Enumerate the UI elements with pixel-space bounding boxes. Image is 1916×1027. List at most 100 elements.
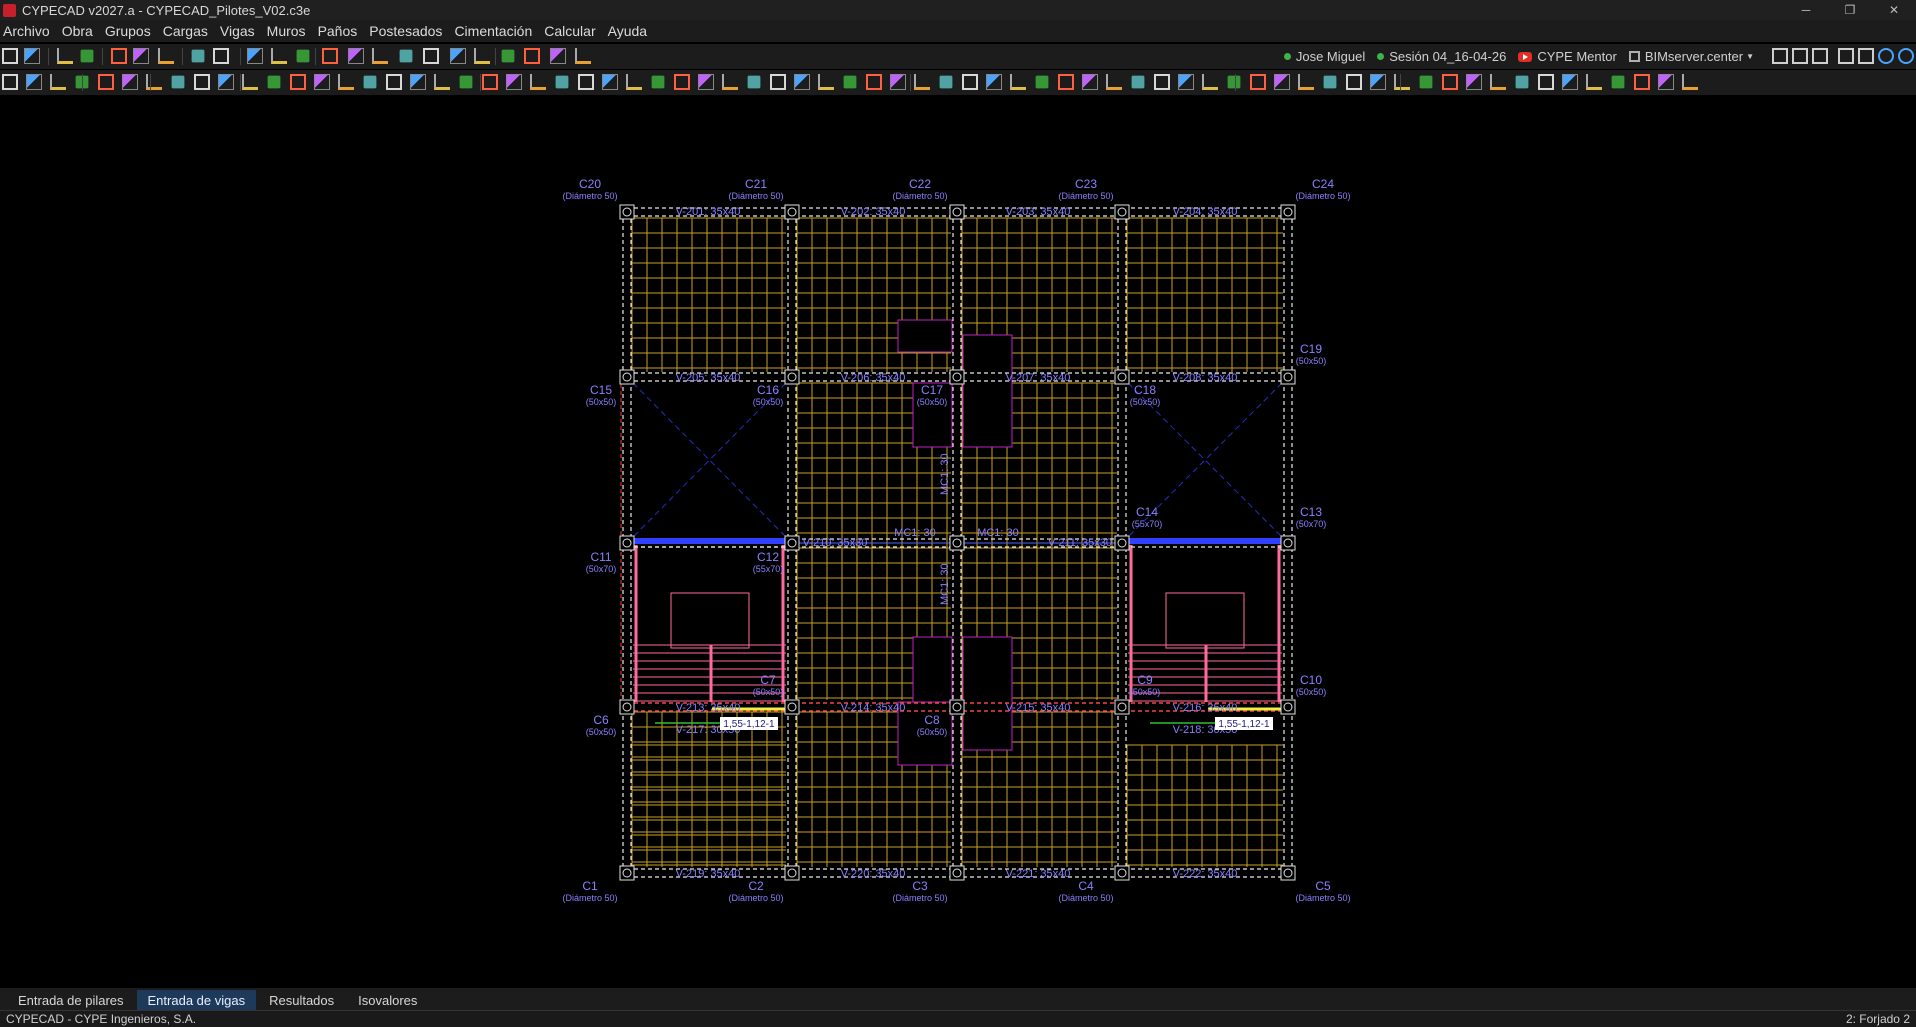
toolbar-tool-icon[interactable] [1858,48,1874,64]
menu-cimentacion[interactable]: Cimentación [451,23,541,39]
toolbar-tool-icon[interactable] [1370,74,1386,90]
toolbar-tool-icon[interactable] [747,75,761,89]
toolbar-tool-icon[interactable] [290,74,306,90]
toolbar-tool-icon[interactable] [555,75,569,89]
toolbar-tool-icon[interactable] [1772,48,1788,64]
toolbar-tool-icon[interactable] [914,74,930,90]
toolbar-tool-icon[interactable] [133,48,149,64]
toolbar-tool-icon[interactable] [1035,75,1049,89]
toolbar-tool-icon[interactable] [1394,74,1410,90]
toolbar-tool-icon[interactable] [674,74,690,90]
tab-entrada-vigas[interactable]: Entrada de vigas [136,990,257,1010]
menu-muros[interactable]: Muros [264,23,315,39]
toolbar-tool-icon[interactable] [450,48,466,64]
toolbar-tool-icon[interactable] [267,75,281,89]
floor-plan[interactable]: C20(Diámetro 50)C21(Diámetro 50)C22(Diám… [0,96,1916,988]
toolbar-tool-icon[interactable] [1131,75,1145,89]
toolbar-tool-icon[interactable] [501,49,515,63]
toolbar-tool-icon[interactable] [866,74,882,90]
user-indicator[interactable]: Jose Miguel [1283,49,1365,64]
toolbar-tool-icon[interactable] [1058,74,1074,90]
toolbar-tool-icon[interactable] [111,48,127,64]
toolbar-tool-icon[interactable] [1586,74,1602,90]
toolbar-tool-icon[interactable] [1898,48,1914,64]
toolbar-tool-icon[interactable] [26,74,42,90]
toolbar-tool-icon[interactable] [386,74,402,90]
toolbar-tool-icon[interactable] [530,74,546,90]
toolbar-tool-icon[interactable] [602,74,618,90]
menu-obra[interactable]: Obra [59,23,102,39]
tab-isovalores[interactable]: Isovalores [347,990,428,1010]
toolbar-tool-icon[interactable] [575,48,591,64]
toolbar-tool-icon[interactable] [939,75,953,89]
toolbar-tool-icon[interactable] [1812,48,1828,64]
toolbar-tool-icon[interactable] [410,74,426,90]
menu-archivo[interactable]: Archivo [0,23,59,39]
bimserver-dropdown[interactable]: BIMserver.center ▼ [1628,49,1754,64]
toolbar-tool-icon[interactable] [24,48,40,64]
menu-grupos[interactable]: Grupos [102,23,160,39]
minimize-button[interactable]: ─ [1784,0,1828,20]
toolbar-tool-icon[interactable] [962,74,978,90]
toolbar-tool-icon[interactable] [57,48,73,64]
toolbar-tool-icon[interactable] [1106,74,1122,90]
cype-mentor-button[interactable]: CYPE Mentor [1518,49,1617,64]
toolbar-tool-icon[interactable] [1202,74,1218,90]
toolbar-tool-icon[interactable] [651,75,665,89]
toolbar-tool-icon[interactable] [1466,74,1482,90]
toolbar-tool-icon[interactable] [322,48,338,64]
toolbar-tool-icon[interactable] [191,49,205,63]
toolbar-tool-icon[interactable] [213,48,229,64]
toolbar-tool-icon[interactable] [1178,74,1194,90]
menu-ayuda[interactable]: Ayuda [605,23,656,39]
toolbar-tool-icon[interactable] [474,48,490,64]
toolbar-tool-icon[interactable] [843,75,857,89]
toolbar-tool-icon[interactable] [818,74,834,90]
toolbar-tool-icon[interactable] [171,75,185,89]
tab-resultados[interactable]: Resultados [258,990,345,1010]
toolbar-tool-icon[interactable] [1010,74,1026,90]
toolbar-tool-icon[interactable] [399,49,413,63]
toolbar-tool-icon[interactable] [1562,74,1578,90]
toolbar-tool-icon[interactable] [348,48,364,64]
toolbar-tool-icon[interactable] [434,74,450,90]
toolbar-tool-icon[interactable] [794,74,810,90]
close-button[interactable]: ✕ [1872,0,1916,20]
toolbar-tool-icon[interactable] [363,75,377,89]
toolbar-tool-icon[interactable] [218,74,234,90]
help-icon[interactable] [1878,48,1894,64]
toolbar-tool-icon[interactable] [986,74,1002,90]
toolbar-tool-icon[interactable] [482,74,498,90]
toolbar-tool-icon[interactable] [1792,48,1808,64]
session-indicator[interactable]: Sesión 04_16-04-26 [1377,49,1506,64]
toolbar-tool-icon[interactable] [770,74,786,90]
toolbar-tool-icon[interactable] [1538,74,1554,90]
menu-calcular[interactable]: Calcular [541,23,604,39]
toolbar-tool-icon[interactable] [242,74,258,90]
toolbar-tool-icon[interactable] [722,74,738,90]
toolbar-tool-icon[interactable] [50,74,66,90]
toolbar-tool-icon[interactable] [372,48,388,64]
toolbar-tool-icon[interactable] [1274,74,1290,90]
toolbar-tool-icon[interactable] [459,75,473,89]
toolbar-tool-icon[interactable] [1154,74,1170,90]
toolbar-tool-icon[interactable] [314,74,330,90]
menu-postesados[interactable]: Postesados [366,23,451,39]
menu-cargas[interactable]: Cargas [160,23,217,39]
toolbar-tool-icon[interactable] [506,74,522,90]
toolbar-tool-icon[interactable] [423,48,439,64]
toolbar-tool-icon[interactable] [1298,74,1314,90]
toolbar-tool-icon[interactable] [1346,74,1362,90]
toolbar-tool-icon[interactable] [194,74,210,90]
toolbar-tool-icon[interactable] [1515,75,1529,89]
toolbar-tool-icon[interactable] [1634,74,1650,90]
toolbar-tool-icon[interactable] [1490,74,1506,90]
toolbar-tool-icon[interactable] [890,74,906,90]
menu-panos[interactable]: Paños [315,23,367,39]
toolbar-tool-icon[interactable] [247,48,263,64]
toolbar-tool-icon[interactable] [626,74,642,90]
toolbar-tool-icon[interactable] [1682,74,1698,90]
tab-entrada-pilares[interactable]: Entrada de pilares [7,990,135,1010]
toolbar-tool-icon[interactable] [1250,74,1266,90]
toolbar-tool-icon[interactable] [271,48,287,64]
